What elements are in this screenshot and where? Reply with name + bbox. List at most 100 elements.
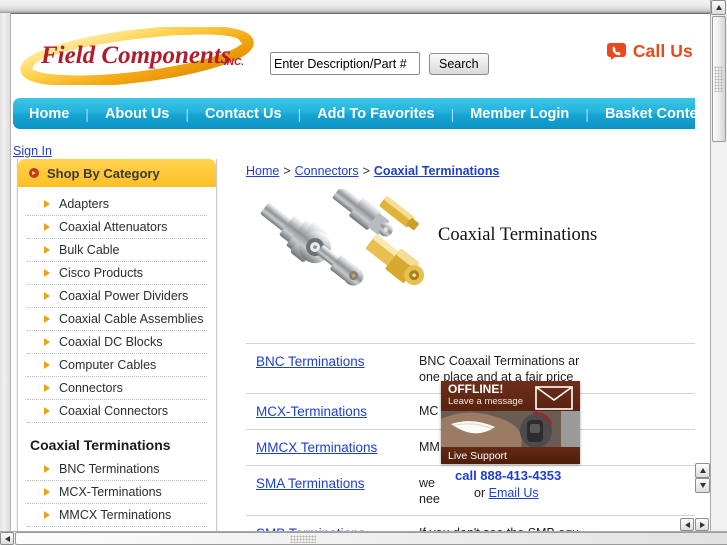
sidebar-item-mcx-terminations[interactable]: MCX-Terminations bbox=[27, 481, 207, 504]
sidebar-item-coaxial-power-dividers[interactable]: Coaxial Power Dividers bbox=[27, 285, 207, 308]
chevron-right-icon bbox=[44, 269, 50, 277]
search-input[interactable] bbox=[270, 52, 420, 75]
sidebar-item-adapters[interactable]: Adapters bbox=[27, 193, 207, 216]
window-vertical-scrollbar[interactable] bbox=[710, 0, 727, 532]
breadcrumb-connectors[interactable]: Connectors bbox=[295, 164, 359, 178]
breadcrumb-separator: > bbox=[283, 164, 291, 178]
inner-scroll-right-button[interactable] bbox=[695, 518, 709, 531]
sidebar-item-coaxial-cable-assemblies[interactable]: Coaxial Cable Assemblies bbox=[27, 308, 207, 331]
window-scroll-up-button[interactable] bbox=[711, 0, 726, 15]
site-logo[interactable]: Field Components INC. bbox=[19, 27, 264, 85]
inner-scroll-up-button[interactable] bbox=[695, 463, 710, 478]
chevron-right-icon bbox=[44, 338, 50, 346]
agent-photo-graphic bbox=[441, 411, 580, 447]
call-us-label: Call Us : bbox=[632, 41, 704, 61]
search-button[interactable]: Search bbox=[429, 52, 489, 75]
scroll-down-arrow-icon bbox=[699, 483, 706, 488]
support-agent-headset-photo bbox=[441, 411, 580, 447]
category-list: Adapters Coaxial Attenuators Bulk Cable bbox=[18, 187, 216, 532]
scroll-left-arrow-icon bbox=[684, 521, 690, 528]
nav-separator: | bbox=[297, 105, 302, 122]
live-support-footer: Live Support bbox=[441, 447, 580, 464]
category-hero: Coaxial Terminations bbox=[246, 185, 710, 294]
window-title-bar bbox=[0, 0, 711, 14]
nav-item-add-to-favorites[interactable]: Add To Favorites bbox=[315, 106, 436, 122]
nav-item-member-login[interactable]: Member Login bbox=[468, 106, 571, 122]
product-name-cell: MMCX Terminations bbox=[246, 430, 419, 466]
shop-by-category-panel: Shop By Category Adapters Coaxial Attenu… bbox=[17, 159, 217, 532]
table-row[interactable]: SMB Terminations If you don't see the SM… bbox=[246, 515, 710, 532]
field-components-logo-graphic: Field Components INC. bbox=[20, 27, 254, 85]
window-scroll-left-button[interactable] bbox=[0, 532, 14, 545]
product-name-cell: SMA Terminations bbox=[246, 466, 419, 516]
inner-scroll-down-button[interactable] bbox=[695, 478, 710, 493]
nav-item-about-us[interactable]: About Us bbox=[103, 106, 171, 122]
breadcrumb-current[interactable]: Coaxial Terminations bbox=[374, 164, 500, 178]
live-support-header: OFFLINE! Leave a message bbox=[441, 381, 580, 411]
sidebar-item-coaxial-connectors[interactable]: Coaxial Connectors bbox=[27, 400, 207, 423]
nav-separator: | bbox=[450, 105, 455, 122]
chevron-right-icon bbox=[44, 488, 50, 496]
sign-in-link[interactable]: Sign In bbox=[13, 144, 52, 158]
product-link-mcx-terminations[interactable]: MCX-Terminations bbox=[256, 404, 367, 419]
window-horizontal-scroll-thumb[interactable] bbox=[15, 532, 727, 545]
scroll-right-arrow-icon bbox=[699, 521, 705, 528]
shop-by-category-title: Shop By Category bbox=[47, 165, 160, 181]
sidebar-item-label: Coaxial Connectors bbox=[59, 404, 169, 418]
main-navigation: Home | About Us | Contact Us | Add To Fa… bbox=[13, 98, 710, 129]
inner-frame-horizontal-scrollbar[interactable] bbox=[680, 518, 710, 532]
chevron-right-icon bbox=[44, 407, 50, 415]
search-area: Search bbox=[270, 52, 489, 75]
support-email-row: or Email Us bbox=[474, 486, 539, 500]
site-header: Field Components INC. Search Call Us : 8… bbox=[11, 14, 710, 98]
sidebar-item-label: Cisco Products bbox=[59, 266, 144, 280]
scroll-thumb-grip-icon bbox=[290, 535, 316, 543]
page-body: Shop By Category Adapters Coaxial Attenu… bbox=[11, 159, 710, 532]
scroll-up-arrow-icon bbox=[699, 468, 706, 473]
product-name-cell: MCX-Terminations bbox=[246, 394, 419, 430]
window-left-edge bbox=[0, 13, 11, 532]
chevron-right-icon bbox=[44, 384, 50, 392]
sidebar-item-computer-cables[interactable]: Computer Cables bbox=[27, 354, 207, 377]
product-link-sma-terminations[interactable]: SMA Terminations bbox=[256, 476, 365, 491]
sidebar-item-coaxial-attenuators[interactable]: Coaxial Attenuators bbox=[27, 216, 207, 239]
breadcrumb: Home > Connectors > Coaxial Terminations bbox=[246, 159, 710, 178]
product-name-cell: SMB Terminations bbox=[246, 516, 419, 532]
sidebar-item-label: Connectors bbox=[59, 381, 123, 395]
sidebar-item-bnc-terminations[interactable]: BNC Terminations bbox=[27, 458, 207, 481]
sidebar-item-label: Adapters bbox=[59, 197, 110, 211]
main-content: Home>Connectors>Coaxial Terminations bbox=[246, 159, 710, 532]
chevron-right-icon bbox=[44, 361, 50, 369]
sidebar-item-mmcx-terminations[interactable]: MMCX Terminations bbox=[27, 504, 207, 527]
sidebar-item-connectors[interactable]: Connectors bbox=[27, 377, 207, 400]
coaxial-connectors-photo bbox=[260, 185, 425, 286]
browser-content-frame: Field Components INC. Search Call Us : 8… bbox=[11, 14, 710, 532]
support-phone-number[interactable]: call 888-413-4353 bbox=[455, 468, 561, 483]
product-link-bnc-terminations[interactable]: BNC Terminations bbox=[256, 354, 365, 369]
sidebar-item-label: MCX-Terminations bbox=[59, 485, 162, 499]
chevron-right-icon bbox=[44, 223, 50, 231]
product-link-mmcx-terminations[interactable]: MMCX Terminations bbox=[256, 440, 377, 455]
nav-item-home[interactable]: Home bbox=[27, 106, 71, 122]
chevron-right-icon bbox=[44, 292, 50, 300]
sidebar-item-bulk-cable[interactable]: Bulk Cable bbox=[27, 239, 207, 262]
window-horizontal-scrollbar[interactable] bbox=[0, 531, 727, 545]
scroll-thumb-grip-icon bbox=[714, 66, 723, 92]
inner-scroll-left-button[interactable] bbox=[680, 518, 694, 531]
email-us-link[interactable]: Email Us bbox=[489, 486, 539, 500]
nav-item-contact-us[interactable]: Contact Us bbox=[203, 106, 284, 122]
nav-item-basket-contents[interactable]: Basket Contents bbox=[603, 106, 710, 122]
envelope-icon bbox=[535, 386, 573, 410]
sidebar-item-label: Coaxial Cable Assemblies bbox=[59, 312, 204, 326]
live-support-widget[interactable]: OFFLINE! Leave a message Live Support bbox=[441, 381, 580, 464]
sidebar-item-coaxial-dc-blocks[interactable]: Coaxial DC Blocks bbox=[27, 331, 207, 354]
sidebar-item-label: MMCX Terminations bbox=[59, 508, 172, 522]
nav-separator: | bbox=[185, 105, 190, 122]
red-arrow-bullet-icon bbox=[29, 168, 39, 178]
breadcrumb-home[interactable]: Home bbox=[246, 164, 279, 178]
sidebar-item-label: BNC Terminations bbox=[59, 462, 160, 476]
svg-text:Field Components: Field Components bbox=[40, 42, 231, 69]
chevron-right-icon bbox=[44, 511, 50, 519]
inner-frame-vertical-scrollbar[interactable] bbox=[695, 14, 710, 532]
sidebar-item-cisco-products[interactable]: Cisco Products bbox=[27, 262, 207, 285]
